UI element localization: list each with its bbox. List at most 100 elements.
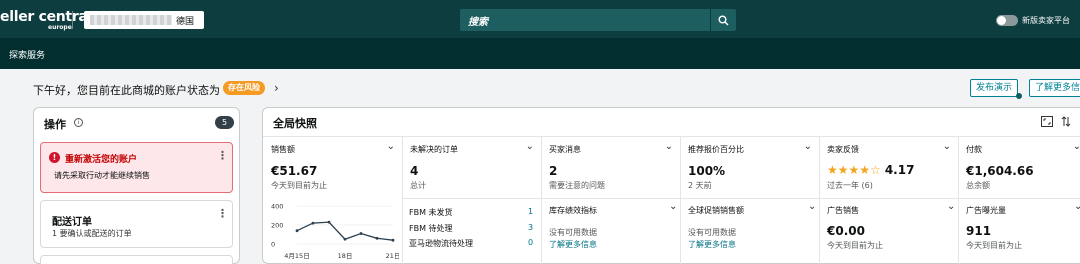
chevron-down-icon[interactable]: ⌄: [665, 141, 673, 152]
search-icon: [718, 15, 729, 26]
chevron-right-icon[interactable]: ›: [274, 81, 279, 95]
metric-label: 付款: [966, 145, 982, 154]
status-badge[interactable]: 存在风险: [223, 81, 265, 95]
brand-region: europe: [48, 24, 72, 31]
metric-payments[interactable]: 付款 ⌄ €1,604.66 总余额: [958, 136, 1080, 198]
top-navbar: eller centra europe 德国 搜索 新版卖家平台: [0, 0, 1080, 38]
metric-sales[interactable]: 销售额 ⌄ €51.67 今天到目前为止: [263, 136, 402, 198]
nav-item-explore-services[interactable]: 探索服务: [9, 48, 45, 61]
ad-impressions-subtitle: 今天到目前为止: [966, 241, 1022, 250]
alert-subtitle: 请先采取行动才能继续销售: [54, 171, 150, 180]
x-tick-label: 21日: [386, 252, 399, 260]
sales-point: [343, 237, 347, 241]
ship-orders-card[interactable]: 配送订单 1 要确认或配送的订单 ⋮: [40, 200, 233, 248]
inventory-learn-more-link[interactable]: 了解更多信息: [549, 239, 597, 250]
divider: [402, 136, 403, 264]
star-empty-icon: ☆: [870, 163, 881, 177]
actions-count-badge: 5: [215, 116, 234, 129]
rating-value: 4.17: [884, 163, 915, 177]
metric-value: €51.67: [271, 164, 318, 178]
more-options-icon[interactable]: ⋮: [217, 207, 228, 220]
star-full-icon: ★: [827, 163, 838, 177]
chevron-down-icon[interactable]: ⌄: [1074, 201, 1080, 212]
divider: [402, 198, 1080, 199]
fbm-pending-count[interactable]: 3: [528, 223, 533, 232]
star-full-icon: ★: [859, 163, 871, 177]
sales-point: [327, 220, 331, 224]
chevron-down-icon[interactable]: ⌄: [808, 201, 816, 212]
metric-open-orders[interactable]: 未解决的订单 ⌄ 4 总计: [402, 136, 541, 198]
chevron-down-icon[interactable]: ⌄: [1073, 141, 1080, 152]
y-tick-label: 200: [271, 222, 283, 230]
actions-title: 操作: [44, 118, 66, 131]
y-tick-label: 0: [271, 241, 275, 249]
chevron-down-icon[interactable]: ⌄: [804, 141, 812, 152]
metric-label: 推荐报价百分比: [688, 145, 744, 154]
metric-subtitle: 总计: [410, 181, 426, 190]
divider: [819, 136, 820, 264]
store-country: 德国: [176, 16, 195, 27]
divider: [958, 136, 959, 264]
divider: [680, 136, 681, 264]
fbm-unshipped-count[interactable]: 1: [528, 207, 533, 216]
ad-sales-value: €0.00: [827, 224, 865, 238]
global-promotions-label: 全球促销销售额: [688, 206, 744, 215]
sales-point: [359, 232, 363, 235]
info-icon[interactable]: i: [74, 118, 83, 127]
next-action-card[interactable]: [40, 255, 233, 264]
sort-icon[interactable]: [1061, 116, 1071, 127]
metric-subtitle: 过去一年 (6): [827, 181, 873, 190]
marketplace-selector[interactable]: 德国: [84, 11, 204, 29]
chevron-down-icon[interactable]: ⌄: [387, 141, 395, 152]
promo-learn-more-link[interactable]: 了解更多信息: [688, 239, 736, 250]
metric-label: 卖家反馈: [827, 145, 859, 154]
expand-icon[interactable]: [1041, 116, 1053, 127]
star-full-icon: ★: [837, 163, 849, 177]
ad-impressions-label: 广告曝光量: [966, 206, 1006, 215]
more-options-icon[interactable]: ⋮: [217, 149, 228, 162]
y-tick-label: 400: [271, 203, 283, 211]
alert-title[interactable]: 重新激活您的账户: [65, 152, 137, 165]
error-icon: !: [49, 152, 60, 163]
divider: [72, 11, 73, 29]
reactivate-account-card[interactable]: ! 重新激活您的账户 请先采取行动才能继续销售 ⋮: [40, 142, 233, 193]
metric-value: 2: [549, 164, 558, 178]
fba-pending-count[interactable]: 0: [528, 238, 533, 247]
metric-value: €1,604.66: [966, 164, 1034, 178]
global-snapshot-panel: 全局快照 销售额 ⌄ €51.67 今天到目前为止 未解决的订单 ⌄ 4 总计 …: [262, 107, 1080, 264]
chevron-down-icon[interactable]: ⌄: [526, 141, 534, 152]
chevron-down-icon[interactable]: ⌄: [943, 141, 951, 152]
sales-point: [391, 238, 395, 242]
fbm-pending-label: FBM 待处理: [409, 224, 453, 233]
x-tick-label: 18日: [338, 252, 353, 260]
metric-subtitle: 需要注意的问题: [549, 181, 605, 190]
snapshot-title: 全局快照: [273, 117, 317, 130]
rating-stars: ★ ★ ★ ★ ☆ 4.17: [827, 163, 914, 177]
metric-seller-feedback[interactable]: 卖家反馈 ⌄ ★ ★ ★ ★ ☆ 4.17 过去一年 (6): [819, 136, 958, 198]
metric-featured-offer[interactable]: 推荐报价百分比 ⌄ 100% 2 天前: [680, 136, 819, 198]
inventory-no-data: 没有可用数据: [549, 228, 597, 237]
metric-buyer-messages[interactable]: 买家消息 ⌄ 2 需要注意的问题: [541, 136, 680, 198]
fba-pending-label: 亚马逊物流待处理: [409, 239, 473, 248]
actions-panel: 操作 i 5 ! 重新激活您的账户 请先采取行动才能继续销售 ⋮ 配送订单 1 …: [33, 107, 240, 264]
learn-more-button[interactable]: 了解更多信: [1029, 79, 1080, 97]
brand-logo[interactable]: eller centra: [0, 9, 88, 25]
account-status-greeting: 下午好，您目前在此商城的账户状态为: [33, 84, 220, 97]
chevron-down-icon[interactable]: ⌄: [669, 201, 677, 212]
sales-sparkline-chart: 400 200 0 4月15日 18日 21日: [271, 203, 399, 261]
promo-no-data: 没有可用数据: [688, 228, 736, 237]
card-title: 配送订单: [52, 217, 92, 228]
metric-subtitle: 2 天前: [688, 181, 712, 190]
star-full-icon: ★: [848, 163, 860, 177]
notification-dot: [1016, 93, 1022, 99]
new-seller-toggle[interactable]: [996, 15, 1018, 26]
publish-demo-button[interactable]: 发布演示: [970, 79, 1019, 97]
search-button[interactable]: [710, 9, 736, 31]
ad-impressions-value: 911: [966, 224, 992, 238]
search-placeholder: 搜索: [468, 17, 488, 28]
metric-label: 销售额: [271, 145, 295, 154]
metric-label: 买家消息: [549, 145, 581, 154]
chevron-down-icon[interactable]: ⌄: [947, 201, 955, 212]
search-input[interactable]: 搜索: [460, 9, 710, 31]
fbm-unshipped-label: FBM 未发货: [409, 208, 453, 217]
